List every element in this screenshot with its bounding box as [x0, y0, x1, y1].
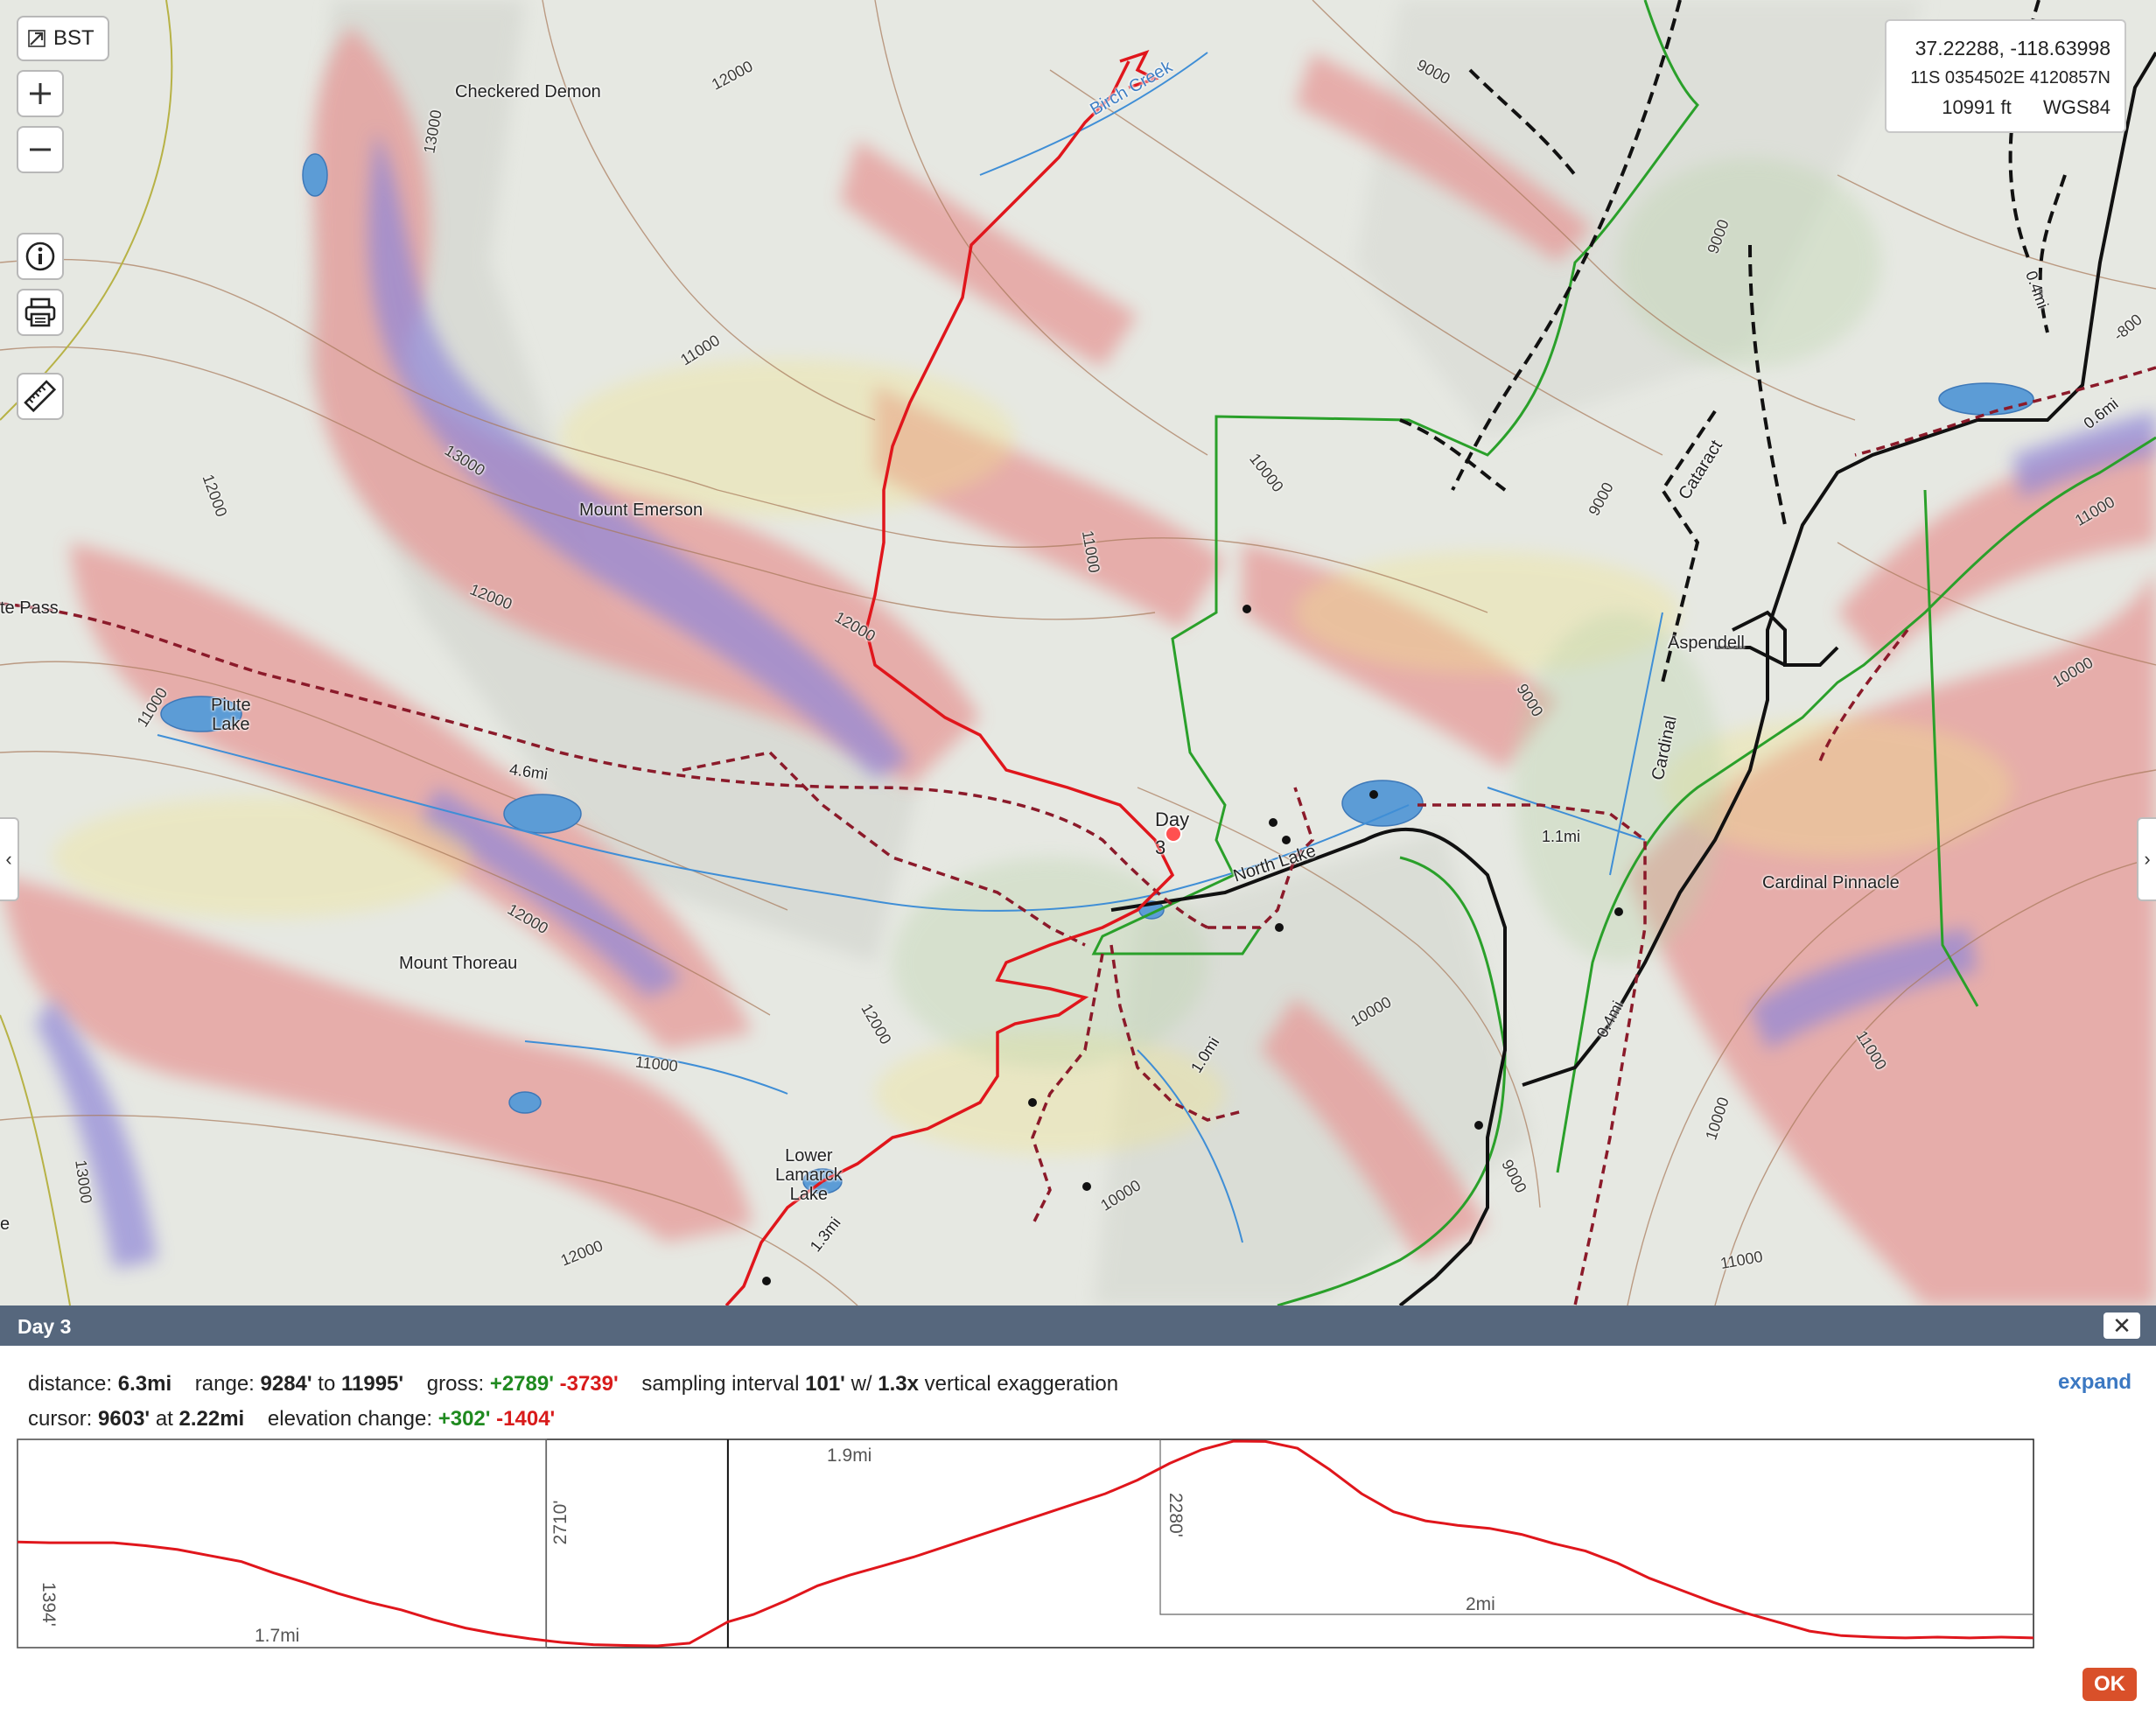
exaggeration-label: vertical exaggeration	[924, 1372, 1119, 1396]
with-label: w/	[850, 1372, 872, 1396]
scale-box-mid	[545, 1438, 548, 1648]
bst-label: BST	[53, 26, 94, 50]
terrain-layer	[0, 0, 2156, 1306]
stats-row-1: distance: 6.3mi range: 9284' to 11995' g…	[28, 1367, 1118, 1402]
label-mount-emerson: Mount Emerson	[579, 500, 704, 520]
label-checkered-demon: Checkered Demon	[455, 82, 601, 102]
label-cardinal-pinnacle: Cardinal Pinnacle	[1762, 873, 1900, 892]
elevation-change-label: elevation change:	[267, 1407, 433, 1431]
sampling-label: sampling interval	[641, 1372, 800, 1396]
coord-datum: WGS84	[2042, 96, 2110, 118]
close-button[interactable]: ✕	[2104, 1312, 2140, 1339]
range-label: range:	[194, 1372, 255, 1396]
map-canvas[interactable]: Checkered Demon Mount Emerson Mount Thor…	[0, 0, 2156, 1306]
ruler-icon	[24, 380, 57, 413]
chevron-right-icon: ›	[2144, 848, 2151, 870]
coord-elevation: 10991 ft	[1942, 96, 2012, 118]
label-day-marker-1: Day	[1155, 808, 1190, 830]
label-aspendell: Aspendell	[1668, 634, 1745, 653]
range-max: 11995'	[340, 1372, 404, 1396]
label-day-marker-2: 3	[1155, 836, 1166, 858]
close-icon: ✕	[2112, 1312, 2132, 1339]
ok-button[interactable]: OK	[2082, 1668, 2137, 1701]
coord-utm: 11S 0354502E 4120857N	[1910, 68, 2110, 88]
print-button[interactable]	[17, 289, 64, 336]
panel-title: Day 3	[18, 1315, 72, 1338]
expand-arrow-icon	[28, 30, 46, 47]
cursor-label: cursor:	[28, 1407, 93, 1431]
label-piute-lake: Piute Lake	[211, 696, 251, 734]
left-panel-toggle[interactable]: ‹	[0, 817, 19, 901]
range-to: to	[318, 1372, 336, 1396]
profile-label-mid-height: 2710'	[550, 1501, 570, 1545]
coordinate-readout: 37.22288, -118.63998 11S 0354502E 412085…	[1885, 19, 2126, 133]
elevation-profile-chart[interactable]: 1394' 1.7mi 2710' 1.9mi 2280' 2mi	[17, 1438, 2034, 1648]
range-min: 9284'	[260, 1372, 312, 1396]
gross-label: gross:	[426, 1372, 485, 1396]
profile-label-left-height: 1394'	[38, 1582, 59, 1627]
coord-elevation-datum: 10991 ft WGS84	[1886, 93, 2110, 122]
label-lower-lamarck-lake: Lower Lamarck Lake	[775, 1146, 843, 1204]
right-panel-toggle[interactable]: ›	[2137, 817, 2156, 901]
label-piute-pass: te Pass	[0, 598, 59, 618]
label-edge-e: e	[0, 1214, 10, 1234]
minus-icon	[30, 148, 51, 151]
sampling-value: 101'	[805, 1372, 845, 1396]
gross-loss: -3739'	[559, 1372, 619, 1396]
cursor-distance: 2.22mi	[178, 1407, 245, 1431]
profile-label-mid-dist: 1.9mi	[827, 1446, 872, 1466]
profile-label-right-height: 2280'	[1166, 1493, 1186, 1537]
info-icon	[25, 242, 55, 271]
expand-link[interactable]: expand	[2058, 1370, 2132, 1395]
measure-button[interactable]	[17, 373, 64, 420]
profile-frame	[17, 1438, 2034, 1648]
elevation-gain: +302'	[438, 1407, 491, 1431]
printer-icon	[24, 298, 56, 327]
exaggeration-value: 1.3x	[878, 1372, 919, 1396]
stats-row-2: cursor: 9603' at 2.22mi elevation change…	[28, 1402, 1118, 1437]
profile-stats: distance: 6.3mi range: 9284' to 11995' g…	[28, 1367, 1118, 1437]
profile-label-left-dist: 1.7mi	[255, 1626, 299, 1646]
label-mount-thoreau: Mount Thoreau	[399, 954, 518, 973]
profile-panel-header: Day 3 ✕	[0, 1306, 2156, 1346]
cursor-at: at	[155, 1407, 173, 1431]
chevron-left-icon: ‹	[5, 848, 12, 870]
plus-icon	[30, 83, 51, 104]
distance-value: 6.3mi	[117, 1372, 172, 1396]
bst-button[interactable]: BST	[17, 16, 109, 61]
info-button[interactable]	[17, 233, 64, 280]
elevation-loss: -1404'	[496, 1407, 556, 1431]
distance-label: 1.1mi	[1542, 828, 1581, 845]
profile-label-right-dist: 2mi	[1466, 1594, 1495, 1614]
cursor-elevation: 9603'	[98, 1407, 150, 1431]
coord-latlon: 37.22288, -118.63998	[1914, 37, 2110, 60]
gross-gain: +2789'	[489, 1372, 554, 1396]
distance-label: distance:	[28, 1372, 113, 1396]
zoom-in-button[interactable]	[17, 70, 64, 117]
zoom-out-button[interactable]	[17, 126, 64, 173]
